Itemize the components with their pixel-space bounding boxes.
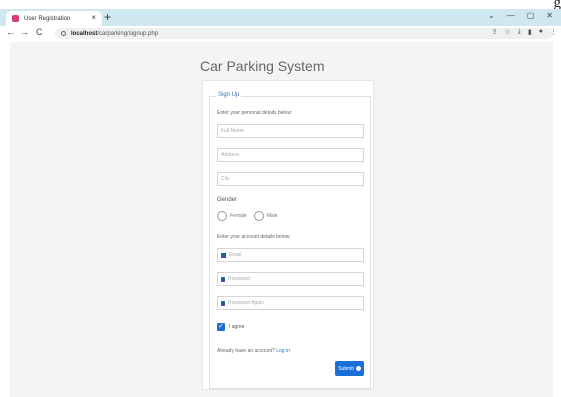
browser-tab[interactable]: User Registration × — [6, 11, 102, 26]
password-placeholder: Password — [228, 276, 250, 282]
submit-label: Submit — [338, 365, 354, 372]
email-placeholder: Email — [229, 252, 242, 258]
new-tab-icon[interactable]: + — [104, 10, 111, 24]
lock-icon — [221, 300, 225, 306]
favicon-icon — [12, 15, 19, 22]
password-again-input[interactable]: Password Again — [217, 296, 364, 310]
agree-checkbox[interactable]: ✓ — [217, 323, 225, 331]
forward-icon[interactable]: → — [20, 27, 29, 37]
city-input[interactable]: City — [217, 172, 364, 186]
window-controls: ⌄ — ▢ ✕ — [488, 11, 553, 20]
submit-button[interactable]: Submit — [335, 361, 364, 376]
toolbar-icons: ⇪ ☆ ⤓ ▮ ● ⋮ — [492, 28, 557, 36]
login-link[interactable]: Log in — [276, 348, 290, 354]
password-input[interactable]: Password — [217, 272, 364, 286]
tab-title: User Registration — [24, 15, 71, 22]
tab-close-icon[interactable]: × — [91, 13, 96, 22]
sidebar-icon[interactable]: ▮ — [528, 28, 532, 36]
minimize-icon[interactable]: — — [507, 11, 515, 20]
already-text: Already have an account? — [217, 348, 275, 354]
male-label: Male — [266, 213, 278, 219]
email-input[interactable]: Email — [217, 248, 364, 262]
arrow-circle-icon — [355, 366, 361, 371]
lock-icon — [221, 276, 225, 282]
profile-icon[interactable]: ● — [539, 28, 543, 36]
tab-search-icon[interactable]: ⌄ — [488, 11, 495, 20]
menu-icon[interactable]: ⋮ — [550, 28, 557, 36]
envelope-icon — [221, 252, 226, 258]
signup-legend: Sign Up — [216, 92, 242, 98]
address-input[interactable]: Address — [217, 148, 364, 162]
page-viewport: Car Parking System Sign Up Enter your pe… — [10, 42, 553, 397]
url-text: localhost/carparking/signup.php — [71, 30, 159, 37]
female-radio[interactable] — [217, 211, 227, 221]
fullname-input[interactable]: Full Name — [217, 124, 364, 138]
gender-label: Gender — [217, 197, 238, 203]
account-details-label: Enter your account details below: — [217, 234, 291, 240]
page-title: Car Parking System — [200, 58, 325, 74]
address-bar[interactable]: localhost/carparking/signup.php — [55, 28, 553, 39]
gender-radio-group: Female Male — [217, 211, 278, 221]
browser-toolbar: ← → C localhost/carparking/signup.php ⇪ … — [0, 26, 561, 41]
download-icon[interactable]: ⤓ — [518, 28, 521, 36]
password-again-placeholder: Password Again — [228, 300, 264, 306]
back-icon[interactable]: ← — [6, 27, 15, 37]
login-prompt: Already have an account? Log in — [217, 348, 290, 354]
signup-card: Sign Up Enter your personal details belo… — [202, 80, 374, 390]
close-window-icon[interactable]: ✕ — [546, 11, 553, 20]
browser-tab-bar: User Registration × + ⌄ — ▢ ✕ — [0, 9, 561, 26]
personal-details-label: Enter your personal details below: — [217, 110, 293, 116]
agree-row: ✓ I agree — [217, 323, 245, 331]
reload-icon[interactable]: C — [36, 27, 43, 37]
bookmark-star-icon[interactable]: ☆ — [505, 28, 511, 36]
male-radio[interactable] — [253, 211, 264, 221]
agree-label: I agree — [229, 324, 245, 330]
signup-fieldset: Sign Up Enter your personal details belo… — [209, 92, 371, 389]
share-icon[interactable]: ⇪ — [492, 28, 498, 36]
site-info-icon[interactable] — [61, 31, 66, 36]
female-label: Female — [230, 213, 247, 219]
maximize-icon[interactable]: ▢ — [527, 11, 535, 20]
